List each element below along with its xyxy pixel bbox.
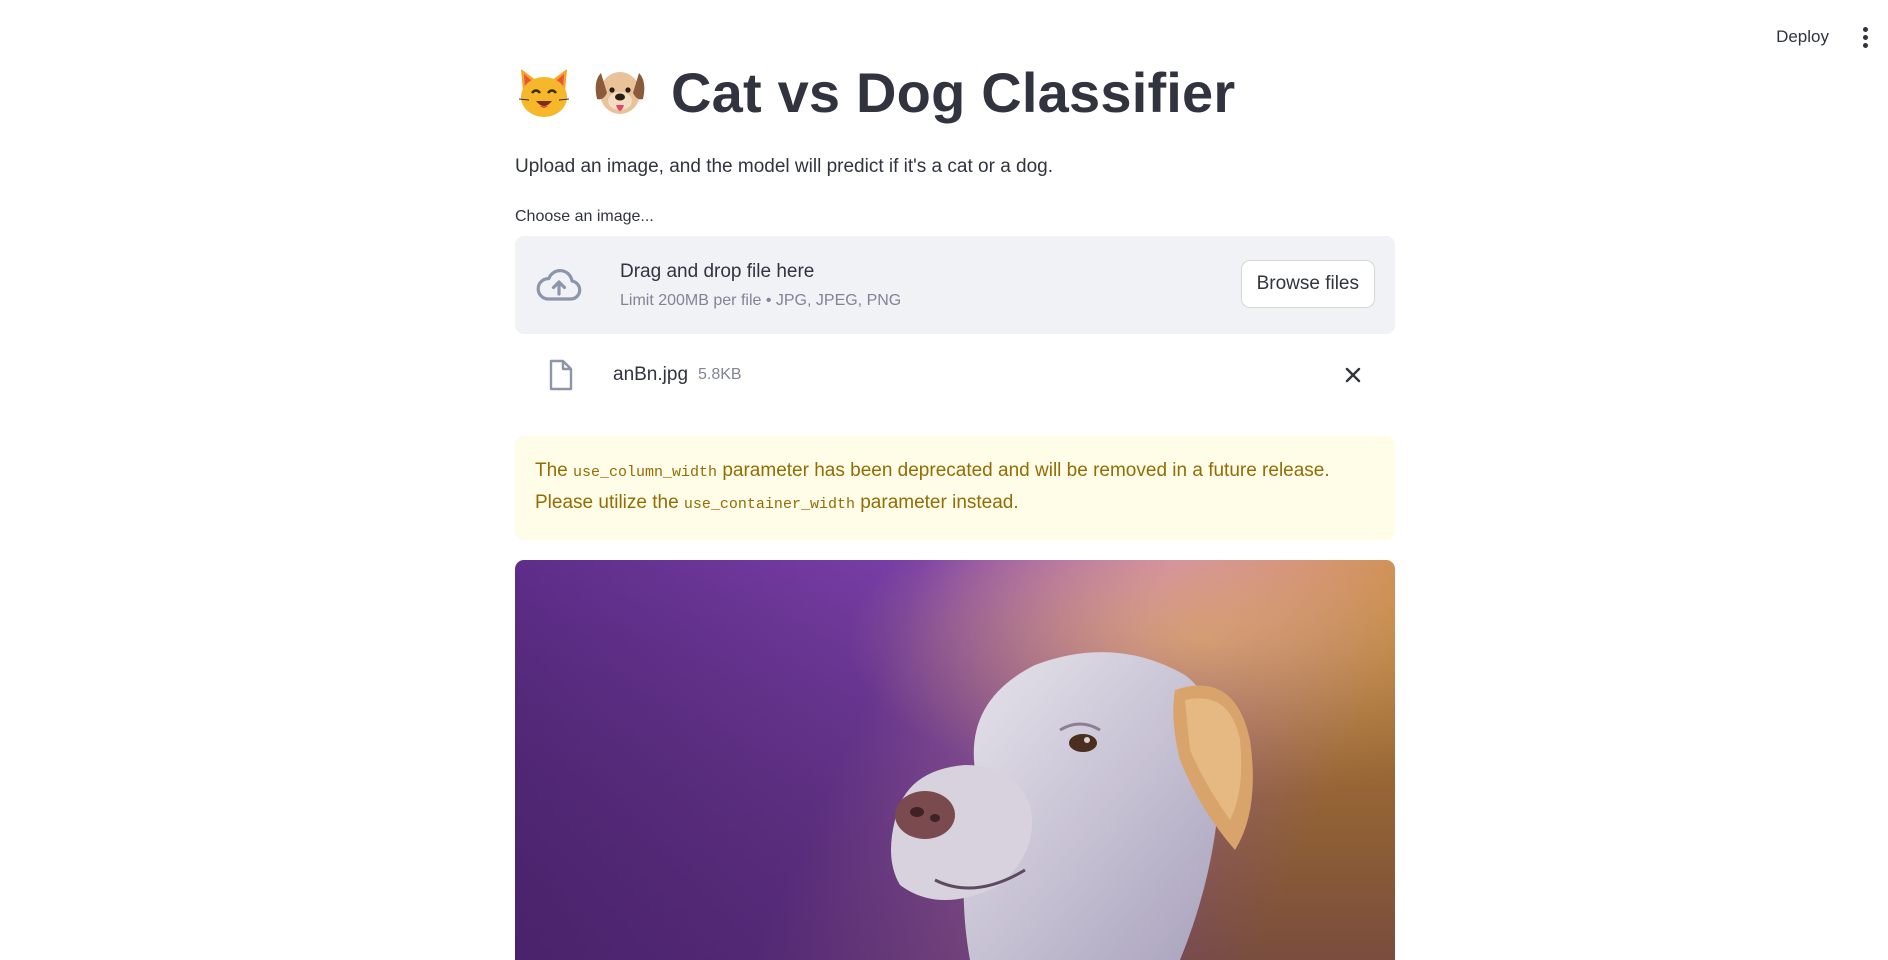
uploaded-file-name: anBn.jpg [613,364,689,385]
close-icon[interactable] [1339,361,1367,389]
main-content: Cat vs Dog Classifier Upload an image, a… [515,0,1395,960]
warning-text-3: parameter instead. [854,492,1019,513]
file-icon [549,359,573,391]
dropzone-hint: Limit 200MB per file • JPG, JPEG, PNG [620,291,902,309]
dog-face-emoji [591,63,649,121]
deprecation-warning: The use_column_width parameter has been … [515,436,1395,540]
uploaded-dog-image [515,560,1395,960]
browse-files-button[interactable]: Browse files [1240,260,1375,308]
title-row: Cat vs Dog Classifier [515,50,1395,134]
warning-text-1: The [535,460,574,481]
deploy-button[interactable]: Deploy [1766,21,1839,53]
dropzone-text: Drag and drop file here Limit 200MB per … [620,261,901,310]
warning-code-2: use_container_width [683,496,855,513]
page-title: Cat vs Dog Classifier [671,60,1236,124]
uploader-label: Choose an image... [515,208,654,225]
uploaded-file-size: 5.8KB [698,366,742,383]
kebab-menu-icon[interactable] [1857,21,1874,54]
uploaded-file-row: anBn.jpg 5.8KB [515,346,1395,404]
top-toolbar: Deploy [1766,0,1888,74]
dropzone-title: Drag and drop file here [620,260,815,282]
cloud-upload-icon [536,269,582,301]
page-subtitle: Upload an image, and the model will pred… [515,156,1054,177]
warning-code-1: use_column_width [573,464,718,481]
cat-face-emoji [515,63,573,121]
file-dropzone[interactable]: Drag and drop file here Limit 200MB per … [515,236,1395,334]
